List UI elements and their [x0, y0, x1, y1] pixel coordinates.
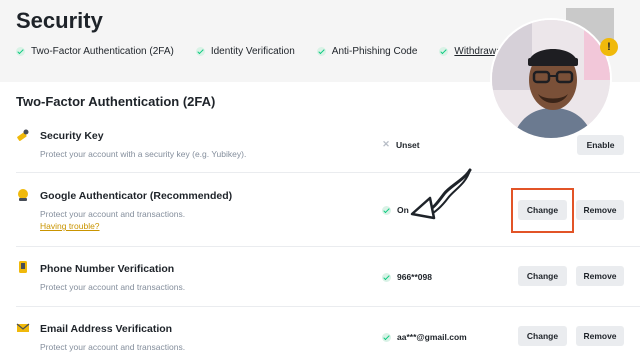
security-status-row: Two-Factor Authentication (2FA) Identity…	[16, 46, 566, 57]
check-icon	[382, 272, 391, 282]
key-icon	[17, 129, 29, 141]
status-label: Identity Verification	[210, 46, 295, 57]
status-label: Anti-Phishing Code	[331, 46, 418, 57]
method-state: 966**098	[382, 272, 432, 282]
enable-button[interactable]: Enable	[577, 135, 624, 155]
remove-button[interactable]: Remove	[576, 200, 624, 220]
state-label: 966**098	[397, 272, 432, 282]
check-icon	[316, 47, 326, 56]
check-icon	[439, 47, 449, 56]
status-anti-phishing: Anti-Phishing Code	[316, 46, 418, 57]
method-title: Google Authenticator (Recommended)	[40, 190, 233, 202]
status-label: Two-Factor Authentication (2FA)	[31, 46, 174, 57]
method-title: Phone Number Verification	[40, 263, 175, 275]
check-icon	[382, 332, 391, 342]
presenter-image	[492, 20, 610, 138]
change-button[interactable]: Change	[518, 326, 567, 346]
method-state: ✕ Unset	[382, 139, 420, 150]
state-label: aa***@gmail.com	[397, 332, 467, 342]
method-description: Protect your account and transactions.	[40, 342, 186, 352]
method-state: aa***@gmail.com	[382, 332, 467, 342]
cross-icon: ✕	[382, 139, 390, 149]
check-icon	[195, 47, 205, 56]
status-2fa: Two-Factor Authentication (2FA)	[16, 46, 174, 57]
method-description: Protect your account and transactions.	[40, 282, 186, 292]
status-identity: Identity Verification	[195, 46, 295, 57]
webcam-overlay	[490, 18, 612, 140]
arrow-annotation-icon	[410, 168, 472, 220]
method-description: Protect your account with a security key…	[40, 149, 247, 159]
divider	[16, 306, 640, 307]
remove-button[interactable]: Remove	[576, 266, 624, 286]
authenticator-icon	[18, 189, 28, 201]
change-button[interactable]: Change	[518, 266, 567, 286]
having-trouble-link[interactable]: Having trouble?	[40, 221, 100, 231]
notification-badge: !	[600, 38, 618, 56]
method-description: Protect your account and transactions.	[40, 209, 186, 219]
remove-button[interactable]: Remove	[576, 326, 624, 346]
check-icon	[16, 47, 25, 56]
method-title: Email Address Verification	[40, 323, 173, 335]
email-icon	[16, 323, 30, 332]
divider	[16, 172, 640, 173]
phone-icon	[19, 261, 27, 273]
section-title: Two-Factor Authentication (2FA)	[16, 94, 216, 109]
highlight-box	[511, 188, 574, 233]
divider	[16, 246, 640, 247]
check-icon	[382, 205, 391, 215]
page-title: Security	[16, 8, 103, 33]
state-label: Unset	[396, 139, 420, 150]
method-title: Security Key	[40, 130, 104, 142]
